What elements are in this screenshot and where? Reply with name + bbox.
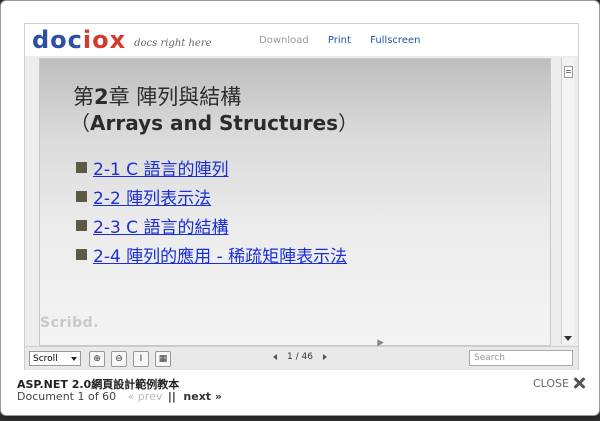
grid-view-icon: ▦	[158, 354, 168, 364]
previous-page-icon[interactable]	[273, 353, 277, 360]
square-bullet-icon	[76, 220, 87, 231]
slide-title-number: 2	[94, 85, 109, 109]
nav-separator: ||	[167, 390, 176, 403]
zoom-in-button[interactable]: ⊕	[89, 351, 105, 367]
page-indicator: 1 / 46	[287, 352, 313, 362]
scroll-mode-value: Scroll	[33, 354, 58, 364]
prev-document-link: « prev	[127, 390, 163, 403]
bullet-item: 2-3 C 語言的結構	[76, 211, 347, 240]
subtitle-close-paren: ）	[338, 111, 359, 135]
square-bullet-icon	[76, 191, 87, 202]
subtitle-open-paren: （	[70, 111, 90, 135]
slide-bullet-list: 2-1 C 語言的陣列 2-2 陣列表示法 2-3 C 語言的結構 2-4 陣列…	[76, 153, 347, 269]
zoom-out-icon: ⊖	[115, 354, 123, 364]
fullscreen-link[interactable]: Fullscreen	[370, 35, 420, 46]
subtitle-text: Arrays and Structures	[90, 111, 339, 135]
document-navigation: Document 1 of 60 « prev || next »	[17, 390, 222, 403]
logo-part-doc: doc	[32, 26, 83, 54]
close-label: CLOSE	[532, 376, 569, 390]
next-page-icon[interactable]	[322, 353, 327, 360]
lightbox-modal: dociox docs right here Download Print Fu…	[0, 0, 600, 416]
next-document-link[interactable]: next »	[183, 390, 222, 403]
search-input[interactable]	[469, 350, 573, 366]
section-link-2-2[interactable]: 2-2 陣列表示法	[93, 184, 211, 209]
slide-subtitle: （Arrays and Structures）	[70, 107, 358, 136]
close-button[interactable]: CLOSE	[533, 376, 586, 390]
viewer-topbar: dociox docs right here Download Print Fu…	[25, 24, 578, 56]
viewer-actions: Download Print Fullscreen	[259, 35, 436, 46]
page-navigator: 1 / 46	[273, 352, 327, 362]
download-link[interactable]: Download	[259, 35, 309, 46]
scribd-watermark: Scribd.	[40, 315, 99, 331]
section-link-2-3[interactable]: 2-3 C 語言的結構	[93, 213, 228, 238]
logo-tagline: docs right here	[134, 38, 212, 49]
logo-part-iox: iox	[82, 26, 127, 54]
document-viewer: dociox docs right here Download Print Fu…	[24, 23, 579, 370]
docioix-logo: dociox docs right here	[32, 28, 212, 52]
viewer-toolbar: Scroll ⊕ ⊖ I ▦ 1 / 46	[25, 346, 578, 370]
square-bullet-icon	[76, 249, 87, 260]
slide-title-rest: 章 陣列與結構	[108, 85, 242, 109]
scroll-down-arrow-icon[interactable]	[564, 336, 572, 341]
close-icon	[572, 376, 586, 390]
bullet-item: 2-1 C 語言的陣列	[76, 153, 347, 182]
text-select-button[interactable]: I	[133, 351, 149, 367]
text-select-icon: I	[139, 354, 143, 364]
chevron-down-icon	[71, 357, 77, 361]
section-link-2-1[interactable]: 2-1 C 語言的陣列	[93, 155, 228, 180]
scroll-mode-select[interactable]: Scroll	[29, 351, 81, 366]
zoom-in-icon: ⊕	[93, 354, 101, 364]
document-page: 第2章 陣列與結構 （Arrays and Structures） 2-1 C …	[39, 58, 551, 347]
bullet-item: 2-2 陣列表示法	[76, 182, 347, 211]
vertical-scrollbar[interactable]	[561, 58, 574, 344]
slide-title-prefix: 第	[73, 85, 94, 109]
print-link[interactable]: Print	[328, 35, 351, 46]
logo-wordmark: dociox	[32, 28, 126, 52]
zoom-out-button[interactable]: ⊖	[111, 351, 127, 367]
section-link-2-4[interactable]: 2-4 陣列的應用 - 稀疏矩陣表示法	[93, 242, 347, 267]
square-bullet-icon	[76, 162, 87, 173]
scrollbar-thumb[interactable]	[564, 66, 573, 78]
document-position: Document 1 of 60	[17, 390, 117, 403]
grid-view-button[interactable]: ▦	[155, 351, 171, 367]
bullet-item: 2-4 陣列的應用 - 稀疏矩陣表示法	[76, 240, 347, 269]
